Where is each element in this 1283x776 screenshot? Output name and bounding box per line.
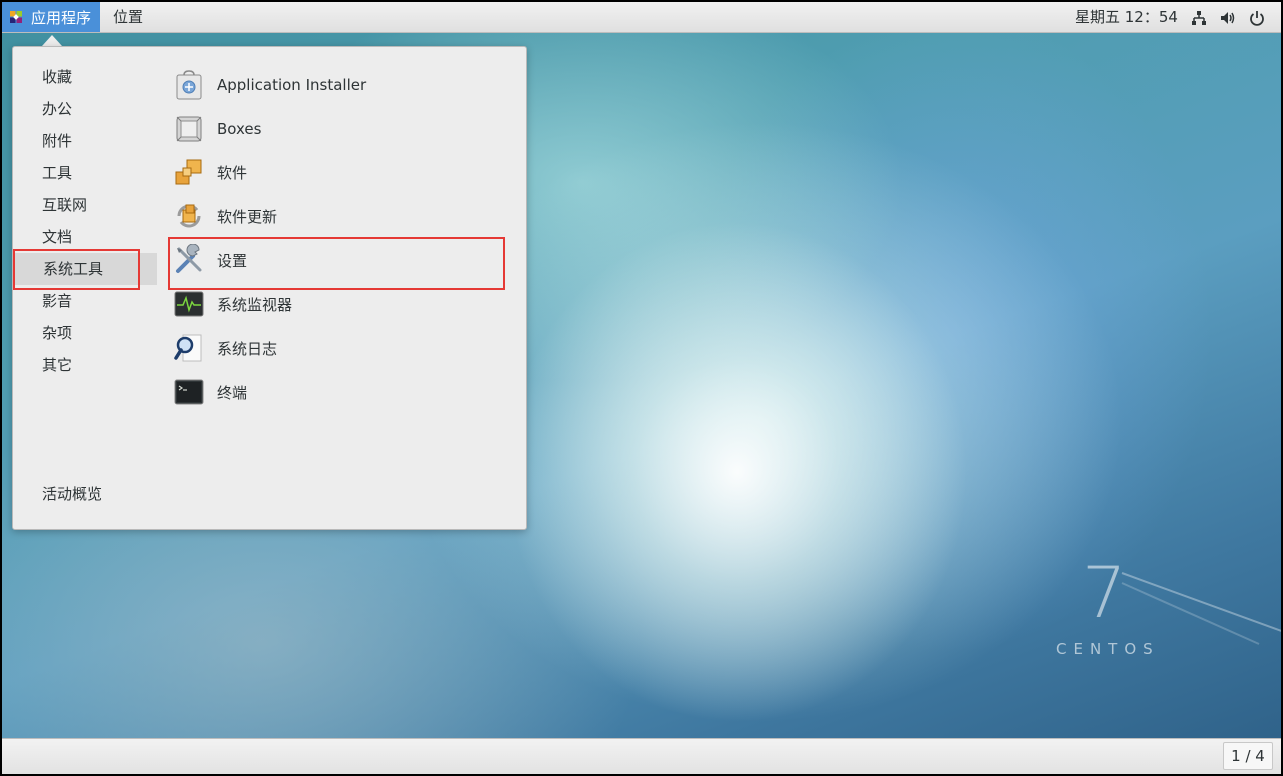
highlight-box-category [13, 249, 140, 290]
applications-menu-button[interactable]: 应用程序 [2, 2, 100, 32]
app-label: 系统监视器 [217, 295, 293, 314]
app-system-monitor[interactable]: 系统监视器 [173, 284, 292, 324]
app-label: Application Installer [217, 76, 367, 94]
software-icon [175, 159, 202, 185]
category-sundry[interactable]: 杂项 [42, 317, 72, 349]
menu-pointer [42, 35, 62, 46]
wallpaper-streak [1121, 572, 1281, 633]
workspace-indicator[interactable]: 1 / 4 [1223, 742, 1273, 770]
app-terminal[interactable]: 终端 [173, 372, 247, 412]
app-system-log[interactable]: 系统日志 [173, 328, 277, 368]
centos-logo-icon [10, 11, 22, 23]
app-label: 软件 [217, 163, 248, 182]
category-utilities[interactable]: 工具 [42, 157, 72, 189]
system-log-icon [174, 334, 202, 362]
app-boxes[interactable]: Boxes [173, 109, 261, 149]
desktop: 7 CENTOS 应用程序 位置 星期五 12：54 收藏 办公 附件 工具 互… [2, 2, 1281, 774]
app-application-installer[interactable]: Application Installer [173, 65, 366, 105]
category-internet[interactable]: 互联网 [42, 189, 87, 221]
system-monitor-icon [174, 291, 204, 317]
volume-icon[interactable] [1220, 10, 1236, 26]
highlight-box-settings [168, 237, 505, 290]
category-office[interactable]: 办公 [42, 93, 72, 125]
category-favorites[interactable]: 收藏 [42, 61, 72, 93]
top-bar: 应用程序 位置 星期五 12：54 [2, 2, 1281, 33]
category-other[interactable]: 其它 [42, 349, 72, 381]
centos-wordmark: CENTOS [1056, 640, 1160, 658]
centos-version-mark: 7 [1082, 552, 1127, 634]
bottom-bar: 1 / 4 [2, 738, 1281, 774]
network-icon[interactable] [1191, 10, 1207, 26]
app-label: Boxes [217, 120, 262, 138]
software-update-icon [177, 204, 201, 228]
app-label: 系统日志 [217, 339, 278, 358]
clock[interactable]: 星期五 12：54 [1075, 2, 1178, 32]
app-label: 软件更新 [217, 207, 278, 226]
activities-overview-link[interactable]: 活动概览 [42, 483, 102, 504]
app-installer-icon [176, 70, 202, 100]
applications-menu-label: 应用程序 [31, 8, 92, 27]
boxes-icon [176, 116, 202, 142]
app-label: 终端 [217, 383, 248, 402]
terminal-icon [174, 379, 204, 405]
applications-menu: 收藏 办公 附件 工具 互联网 文档 系统工具 影音 杂项 其它 Applica… [12, 46, 527, 530]
power-icon[interactable] [1249, 10, 1265, 26]
app-software-update[interactable]: 软件更新 [173, 196, 277, 236]
category-accessories[interactable]: 附件 [42, 125, 72, 157]
places-menu-button[interactable]: 位置 [113, 2, 143, 32]
app-software[interactable]: 软件 [173, 152, 247, 192]
